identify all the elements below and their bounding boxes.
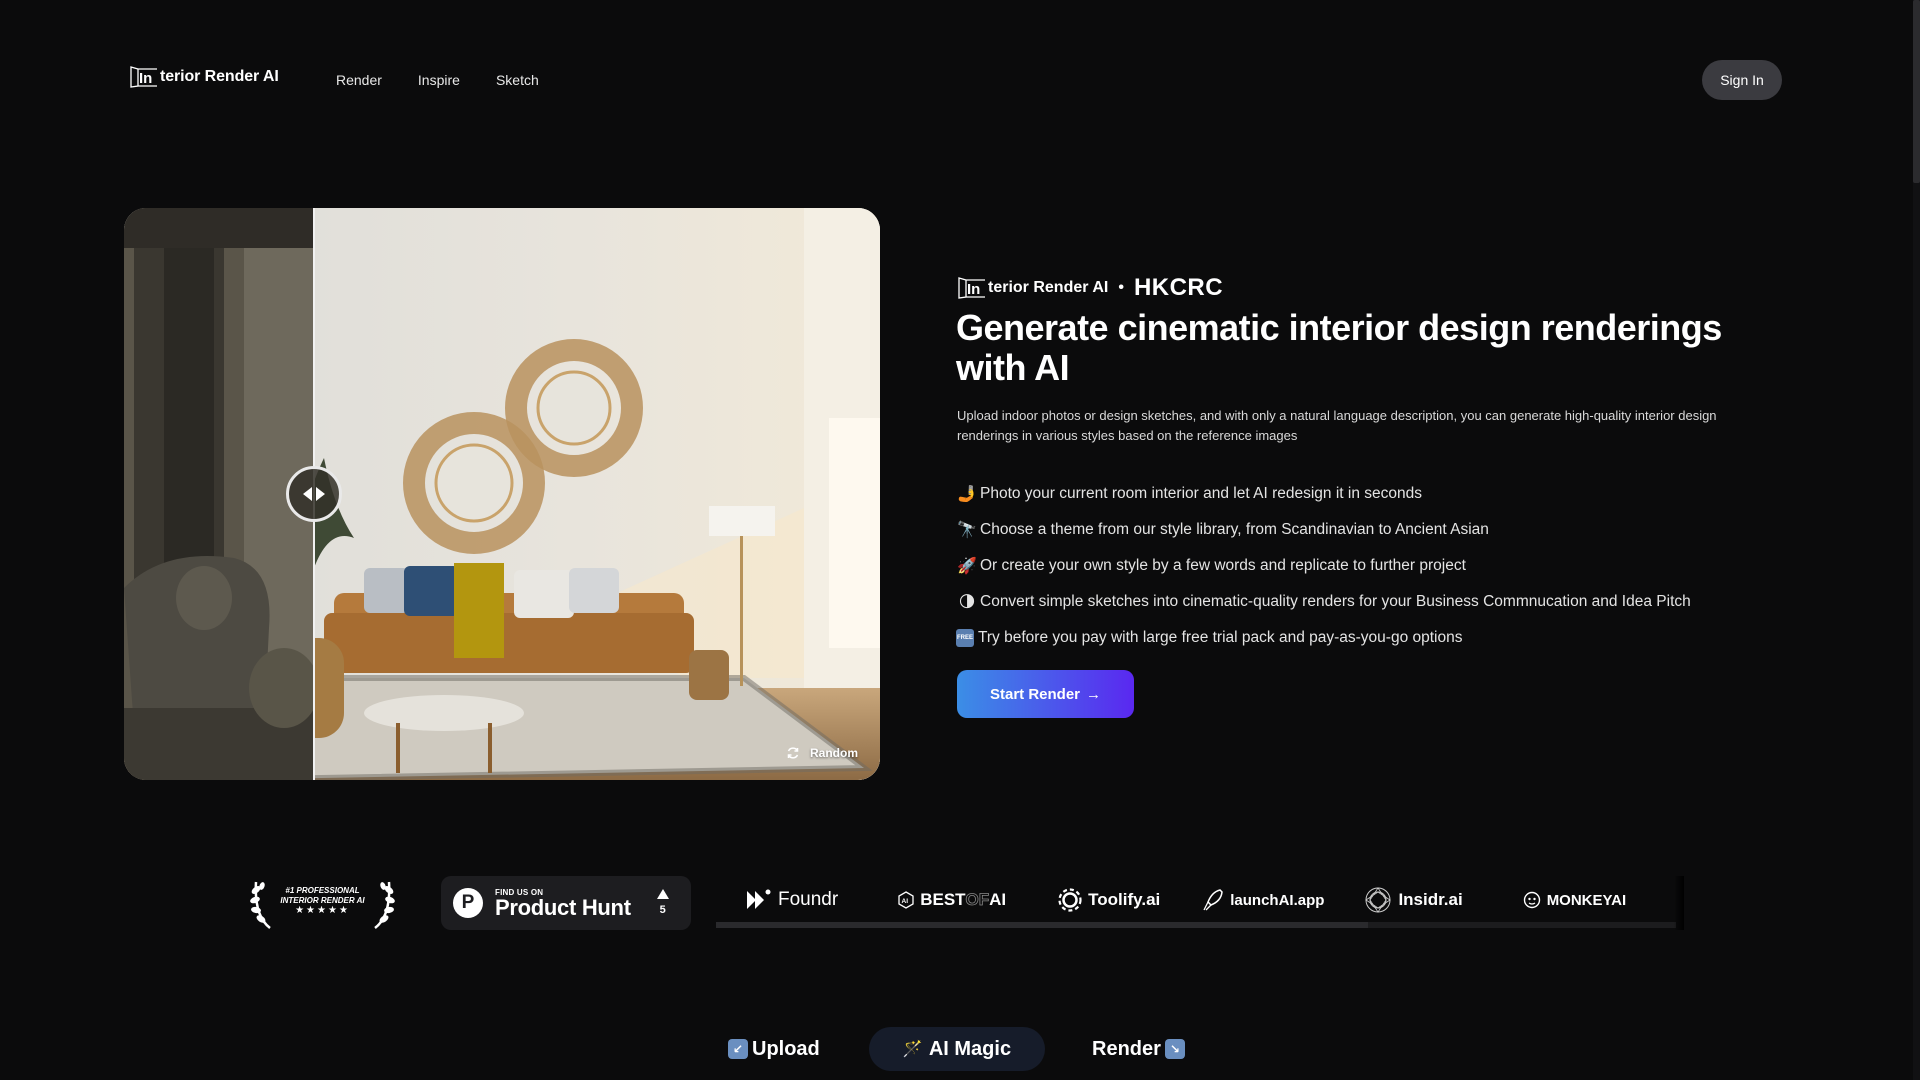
award-line1: #1 PROFESSIONAL [285,886,360,895]
comparison-slider-handle[interactable] [286,466,342,522]
award-text: #1 PROFESSIONAL INTERIOR RENDER AI ★★★★★ [274,886,371,916]
partner-bestofai[interactable]: AI BEST OF AI [898,890,1006,910]
nav-sketch[interactable]: Sketch [496,72,539,88]
award-badge: #1 PROFESSIONAL INTERIOR RENDER AI ★★★★★ [250,876,395,930]
vote-count: 5 [659,904,666,916]
start-render-button[interactable]: Start Render → [957,670,1134,718]
partner-label: Insidr.ai [1398,890,1463,909]
logo[interactable]: In terior Render AI [130,66,279,88]
feature-item: FREE Try before you pay with large free t… [956,620,1691,656]
step-label: AI Magic [928,1037,1012,1060]
partner-label-of: OF [965,890,990,910]
svg-text:In: In [139,70,152,87]
nav-render[interactable]: Render [336,72,382,88]
magic-wand-icon: 🪄 [902,1041,923,1058]
laurel-left-icon [250,881,271,929]
partner-launchai[interactable]: launchAI.app [1202,888,1324,912]
bestofai-logo-icon: AI [898,891,914,909]
moon-icon: 🌗 [958,594,976,611]
partner-label: Foundr [778,889,839,910]
separator-dot: • [1118,279,1124,296]
star-rating: ★★★★★ [295,905,350,916]
feature-item: 🤳 Photo your current room interior and le… [956,476,1691,512]
toolify-logo-icon [1058,888,1082,912]
ph-big-label: Product Hunt [495,894,631,920]
arrow-right-icon: → [1086,685,1102,703]
page-scrollbar-thumb[interactable] [1913,0,1920,183]
page: In terior Render AI Render Inspire Sketc… [0,0,1920,1080]
partner-foundr[interactable]: Foundr [746,888,838,912]
carousel-scroll-thumb[interactable] [716,922,1368,928]
product-hunt-logo-icon: P [453,888,483,918]
random-button[interactable]: Random [786,746,858,760]
rocket-icon: 🚀 [957,558,977,575]
selfie-icon: 🤳 [957,486,977,503]
step-label: Render [1092,1037,1161,1060]
upvote-count: 5 [656,889,669,917]
hkcrc-logo: HKCRC [1133,274,1224,301]
page-scrollbar[interactable] [1913,0,1920,1080]
random-label: Random [810,746,858,760]
left-arrow-icon [303,487,312,501]
insidr-logo-icon [1365,887,1392,913]
hero-subtitle: Upload indoor photos or design sketches,… [957,408,1717,443]
arrow-down-left-icon: ↙ [728,1039,748,1059]
header: In terior Render AI Render Inspire Sketc… [0,0,1913,160]
feature-text: Or create your own style by a few words … [980,557,1466,574]
before-after-comparison[interactable]: Random [124,208,880,780]
partner-label: Toolify.ai [1088,890,1161,909]
partner-label: launchAI.app [1230,891,1325,909]
main-nav: Render Inspire Sketch [336,72,539,88]
refresh-icon [787,747,799,759]
brand-name: terior Render AI [988,279,1109,296]
partner-insidr[interactable]: Insidr.ai [1364,886,1463,914]
feature-text: Convert simple sketches into cinematic-q… [980,593,1691,610]
logo-cube-icon: In [958,277,986,299]
step-render[interactable]: Render ↘ [1092,1027,1185,1071]
rocket-outline-icon [1203,889,1224,911]
partner-toolify[interactable]: Toolify.ai [1058,888,1160,912]
step-label: Upload [752,1037,820,1060]
svg-text:AI: AI [902,898,909,905]
feature-list: 🤳 Photo your current room interior and le… [956,476,1691,656]
product-hunt-text: FIND US ON Product Hunt [495,888,631,919]
sign-in-button[interactable]: Sign In [1702,60,1782,100]
feature-item: 🌗 Convert simple sketches into cinematic-… [956,584,1691,620]
product-hunt-badge[interactable]: P FIND US ON Product Hunt 5 [441,876,691,930]
telescope-icon: 🔭 [957,522,977,539]
start-render-label: Start Render [989,685,1081,703]
partner-list: Foundr AI BEST OF AI Toolify.ai launchAI.a… [712,876,1626,924]
feature-text: Try before you pay with large free trial… [978,629,1463,646]
partner-monkeyai[interactable]: MONKEYAI [1523,891,1626,909]
arrow-down-right-icon: ↘ [1164,1039,1185,1059]
laurel-right-icon [374,881,395,929]
step-ai-magic[interactable]: 🪄 AI Magic [869,1027,1045,1071]
brand-line: In terior Render AI • HKCRC [958,274,1223,302]
logo-text: terior Render AI [160,68,279,85]
partner-label: BEST [920,890,966,909]
carousel-fade [1674,876,1684,930]
free-icon: FREE [956,629,974,647]
feature-item: 🚀 Or create your own style by a few words… [956,548,1691,584]
foundr-logo-icon [747,889,771,909]
process-steps: ↙ Upload 🪄 AI Magic Render ↘ [718,1027,1198,1071]
feature-item: 🔭 Choose a theme from our style library, … [956,512,1691,548]
right-arrow-icon [316,487,325,501]
monkey-logo-icon [1523,891,1540,909]
svg-text:In: In [967,281,980,298]
partner-logos-carousel[interactable]: Foundr AI BEST OF AI Toolify.ai launchAI.a… [712,876,1684,930]
feature-text: Choose a theme from our style library, f… [980,521,1489,538]
feature-text: Photo your current room interior and let… [980,485,1422,502]
upvote-arrow-icon [656,889,669,899]
step-upload[interactable]: ↙ Upload [728,1027,820,1071]
partner-label: MONKEYAI [1546,891,1627,909]
logo-cube-icon: In [130,66,158,88]
partner-label-ai: AI [989,890,1007,909]
nav-inspire[interactable]: Inspire [418,72,460,88]
page-headline: Generate cinematic interior design rende… [956,307,1722,388]
